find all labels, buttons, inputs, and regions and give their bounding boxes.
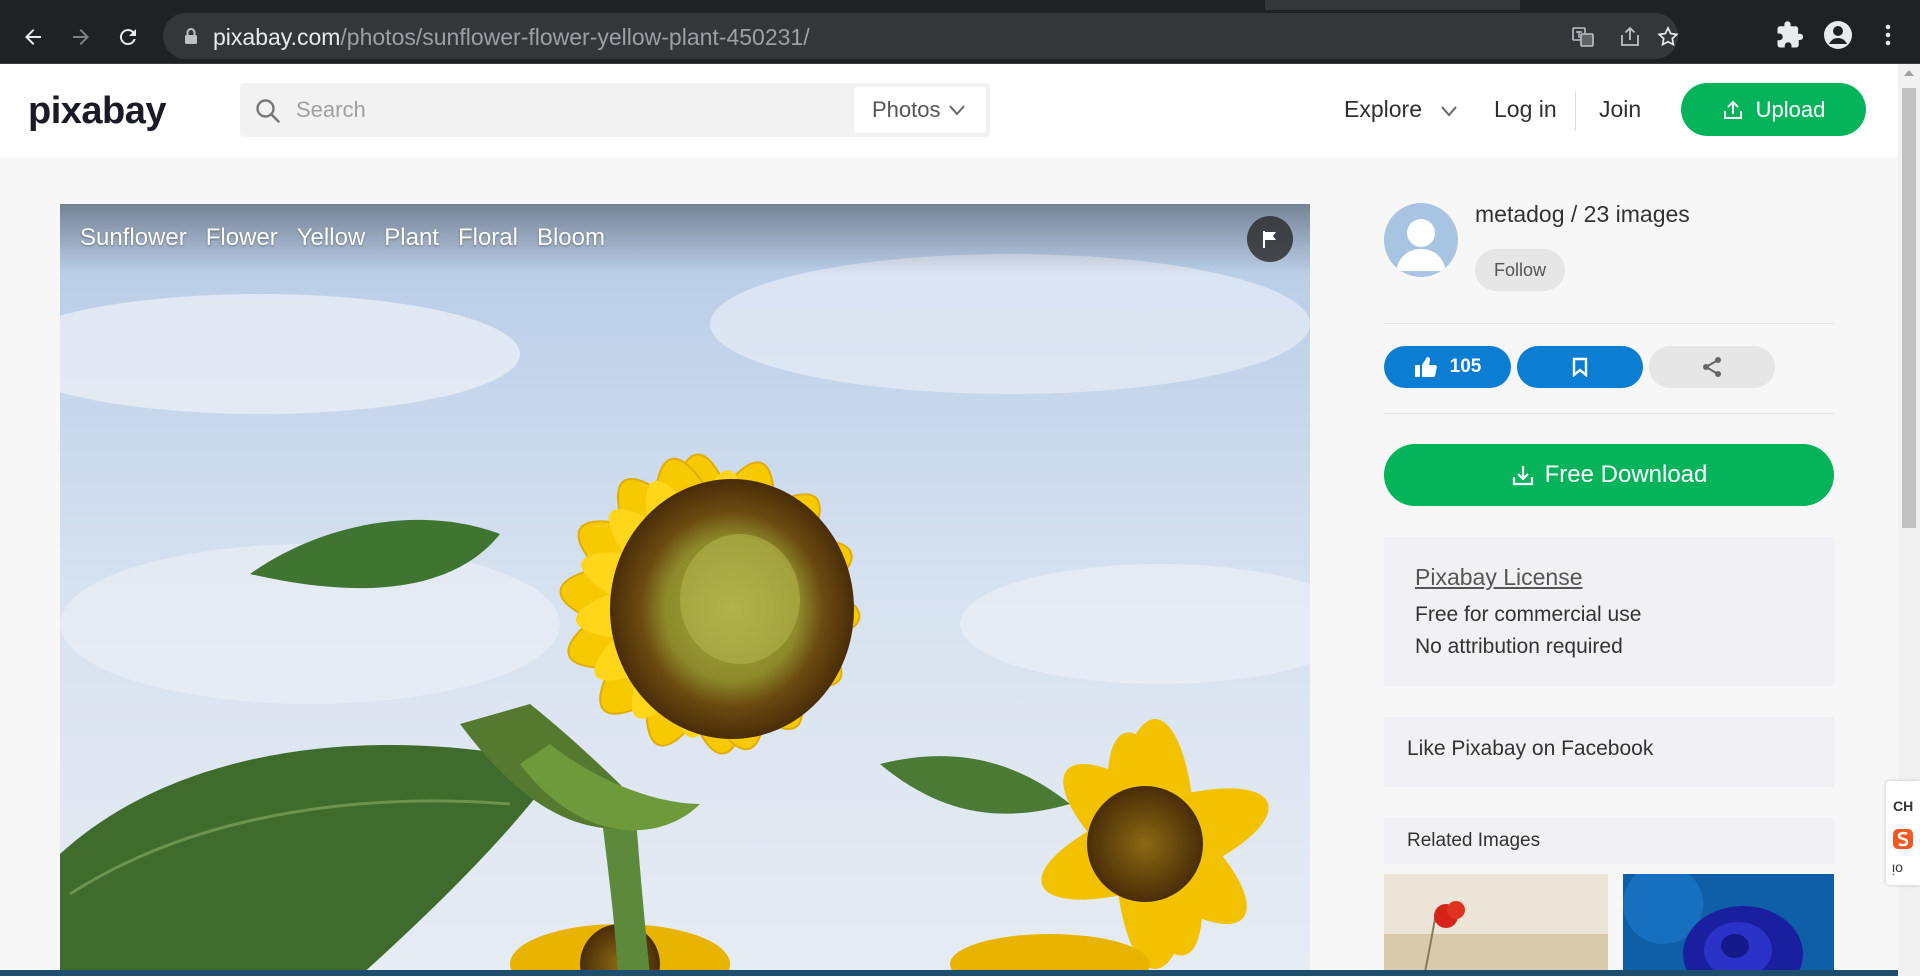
thumbs-up-icon: [1414, 357, 1437, 377]
related-images-label: Related Images: [1407, 830, 1541, 851]
upload-label: Upload: [1755, 96, 1826, 122]
license-box: Pixabay License Free for commercial use …: [1384, 537, 1834, 686]
report-button[interactable]: [1247, 216, 1293, 262]
header-divider: [1575, 91, 1576, 131]
search-type-select[interactable]: Photos: [854, 87, 986, 133]
search-icon[interactable]: [254, 97, 282, 125]
url-text[interactable]: pixabay.com/photos/sunflower-flower-yell…: [213, 24, 810, 51]
bookmark-button[interactable]: [1517, 346, 1643, 388]
ime-language[interactable]: CH: [1893, 798, 1913, 814]
like-count: 105: [1449, 356, 1482, 377]
license-line-commercial: Free for commercial use: [1415, 603, 1642, 626]
like-button[interactable]: 105: [1384, 346, 1511, 388]
browser-chrome: pixabay.com/photos/sunflower-flower-yell…: [0, 0, 1920, 64]
tag-plant[interactable]: Plant: [384, 224, 439, 252]
explore-label: Explore: [1344, 96, 1422, 122]
reload-icon: [119, 29, 136, 46]
flag-icon: [1263, 231, 1276, 248]
tag-bloom[interactable]: Bloom: [537, 224, 605, 252]
lock-icon[interactable]: [181, 26, 201, 46]
bottom-bar: [0, 970, 1898, 976]
forward-button[interactable]: [64, 20, 98, 54]
license-line-attribution: No attribution required: [1415, 635, 1623, 658]
back-button[interactable]: [16, 20, 50, 54]
download-icon: [1512, 466, 1533, 486]
search-type-label: Photos: [872, 97, 941, 122]
author-avatar[interactable]: [1384, 203, 1458, 277]
license-link[interactable]: Pixabay License: [1415, 564, 1583, 591]
bookmark-star-icon[interactable]: [1656, 25, 1680, 49]
forward-icon: [73, 29, 89, 45]
related-images-header: Related Images: [1384, 818, 1834, 864]
sunflower-image: [60, 204, 1310, 976]
related-image-blue-rose[interactable]: [1623, 874, 1834, 976]
upload-button[interactable]: Upload: [1681, 83, 1866, 136]
share-button[interactable]: [1649, 346, 1775, 388]
back-icon: [25, 29, 41, 45]
tag-list: Sunflower Flower Yellow Plant Floral Blo…: [80, 224, 624, 252]
blue-rose-thumbnail: [1623, 874, 1834, 976]
share-page-icon[interactable]: [1618, 25, 1642, 49]
author-name[interactable]: metadog / 23 images: [1475, 201, 1690, 228]
scrollbar-thumb[interactable]: [1902, 88, 1916, 528]
site-header: pixabay Photos Explore Log in Join Uploa…: [0, 64, 1898, 157]
ime-mode[interactable]: ᴉo: [1892, 859, 1903, 875]
download-label: Free Download: [1544, 461, 1708, 488]
share-icon: [1703, 357, 1721, 377]
profile-icon[interactable]: [1823, 20, 1853, 50]
menu-icon[interactable]: [1873, 20, 1903, 50]
reload-button[interactable]: [111, 20, 145, 54]
divider: [1384, 323, 1834, 324]
join-link[interactable]: Join: [1599, 96, 1641, 123]
bookmark-icon: [1572, 357, 1588, 377]
tag-sunflower[interactable]: Sunflower: [80, 224, 187, 252]
search-bar: Photos: [240, 83, 990, 137]
tag-floral[interactable]: Floral: [458, 224, 518, 252]
pixabay-logo[interactable]: pixabay: [28, 90, 167, 133]
related-image-poppy[interactable]: [1384, 874, 1608, 976]
address-bar[interactable]: pixabay.com/photos/sunflower-flower-yell…: [163, 13, 1680, 59]
follow-button[interactable]: Follow: [1475, 249, 1565, 291]
divider: [1384, 413, 1834, 414]
search-input[interactable]: [296, 93, 856, 127]
login-link[interactable]: Log in: [1494, 96, 1557, 123]
explore-menu[interactable]: Explore: [1344, 96, 1457, 123]
chevron-down-icon: [949, 105, 965, 116]
facebook-box[interactable]: Like Pixabay on Facebook: [1384, 717, 1834, 787]
chevron-down-icon: [1441, 106, 1457, 117]
free-download-button[interactable]: Free Download: [1384, 444, 1834, 506]
translate-icon[interactable]: [1571, 25, 1595, 49]
tab-strip: [0, 0, 1920, 10]
ime-logo-icon[interactable]: [1892, 828, 1914, 850]
scroll-up-arrow[interactable]: [1904, 70, 1914, 76]
poppy-thumbnail: [1384, 874, 1608, 976]
url-path: /photos/sunflower-flower-yellow-plant-45…: [340, 24, 810, 50]
tab[interactable]: [1520, 0, 1920, 10]
tag-flower[interactable]: Flower: [206, 224, 278, 252]
ime-widget[interactable]: CH ᴉo: [1886, 781, 1920, 885]
facebook-label: Like Pixabay on Facebook: [1407, 737, 1654, 760]
url-host: pixabay.com: [213, 24, 341, 50]
tag-yellow[interactable]: Yellow: [297, 224, 366, 252]
main-photo[interactable]: Sunflower Flower Yellow Plant Floral Blo…: [60, 204, 1310, 976]
upload-icon: [1723, 100, 1742, 119]
avatar-icon: [1396, 219, 1446, 271]
active-tab[interactable]: [0, 0, 1265, 10]
extensions-icon[interactable]: [1775, 20, 1805, 50]
